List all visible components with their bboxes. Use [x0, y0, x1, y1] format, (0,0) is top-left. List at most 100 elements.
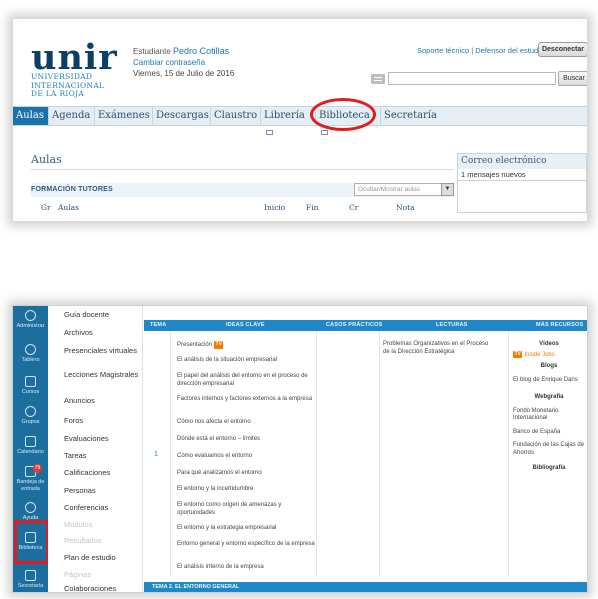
user-name-link[interactable]: Pedro Cotillas [173, 46, 229, 56]
disconnect-button[interactable]: Desconectar [538, 42, 587, 57]
external-link-icon [321, 130, 328, 135]
blog-link[interactable]: El blog de Enrique Dans [513, 377, 585, 385]
video-link: Inside Jobs [524, 351, 555, 358]
menu-item-colaboraciones[interactable]: Colaboraciones [64, 584, 142, 592]
top-links: Soporte técnico | Defensor del estudiant… [417, 46, 554, 55]
idea-link[interactable]: Para qué analizamos el entorno [177, 470, 317, 478]
col-inicio: Inicio [264, 203, 286, 212]
menu-item-calificaciones[interactable]: Calificaciones [64, 468, 142, 477]
menu-item-paginas: Páginas [64, 570, 92, 579]
web-link[interactable]: Fondo Monetario Internacional [513, 408, 585, 423]
menu-item-anuncios[interactable]: Anuncios [64, 396, 142, 405]
menu-item-foros[interactable]: Foros [64, 416, 142, 425]
keyboard-icon[interactable] [371, 74, 385, 84]
toggle-aulas-select[interactable]: Ocultar/Mostrar aulas [354, 183, 448, 196]
rail-item-tablero[interactable]: Tablero [13, 344, 48, 364]
tv-icon: TV [214, 341, 224, 349]
col-cr: Cr [349, 203, 359, 212]
idea-link[interactable]: El papel del análisis del entorno en el … [177, 373, 317, 388]
idea-link[interactable]: El entorno como origen de amenazas y opo… [177, 502, 317, 517]
rail-item-secretaria[interactable]: Secretaría [13, 570, 48, 590]
col-fin: Fin [306, 203, 319, 212]
unir-logo[interactable]: unir UNIVERSIDAD INTERNACIONAL DE LA RIO… [31, 37, 118, 99]
rail-item-administrar[interactable]: Administrar [13, 310, 48, 330]
idea-link[interactable]: Cómo evaluamos el entorno [177, 453, 317, 461]
rail-item-calendario[interactable]: Calendario [13, 436, 48, 456]
logo-word: unir [31, 37, 118, 78]
chevron-down-icon[interactable]: ▼ [441, 183, 454, 196]
inbox-count-badge: 79 [33, 464, 42, 473]
tab-secretaria[interactable]: Secretaría [381, 107, 437, 125]
idea-link[interactable]: El entorno y la incertidumbre [177, 486, 317, 494]
videos-heading: Vídeos [539, 341, 559, 347]
content-table-header: TEMA IDEAS CLAVE CASOS PRÁCTICOS LECTURA… [144, 320, 587, 331]
rail-label: Grupos [21, 419, 40, 425]
rail-label: Bandeja de entrada [16, 479, 45, 492]
tab-libreria[interactable]: Librería [261, 107, 316, 135]
rail-item-ayuda[interactable]: Ayuda [13, 502, 48, 522]
highlight-ellipse [310, 98, 376, 131]
idea-link[interactable]: El análisis de la situación empresarial [177, 357, 317, 365]
section-title: FORMACIÓN TUTORES [31, 186, 113, 193]
web-link[interactable]: Fundación de las Cajas de Ahorros [513, 442, 585, 457]
current-date: Viernes, 15 de Julio de 2016 [133, 69, 235, 78]
menu-item-evaluaciones[interactable]: Evaluaciones [64, 434, 142, 443]
rail-item-bandeja[interactable]: Bandeja de entrada [13, 466, 48, 492]
menu-item-archivos[interactable]: Archivos [64, 328, 142, 337]
email-messages-link[interactable]: 1 mensajes nuevos [458, 169, 586, 181]
aulas-heading: Aulas [31, 153, 62, 166]
rail-item-cursos[interactable]: Cursos [13, 376, 48, 396]
rail-label: Administrar [16, 323, 45, 329]
link-separator: | [471, 46, 474, 55]
idea-link[interactable]: Factores internos y factores externos a … [177, 396, 317, 404]
idea-link[interactable]: Dónde está el entorno – límites [177, 436, 317, 444]
email-title: Correo electrónico [458, 154, 586, 169]
menu-item-personas[interactable]: Personas [64, 486, 142, 495]
menu-item-resultados: Resultados [64, 536, 102, 545]
column-divider [379, 331, 380, 576]
idea-link[interactable]: El análisis interno de la empresa [177, 564, 317, 572]
column-divider [508, 331, 509, 576]
lectura-link[interactable]: Problemas Organizativos en el Proceso de… [383, 341, 491, 356]
blogs-heading: Blogs [540, 363, 558, 369]
tv-icon: TV [513, 350, 523, 358]
help-icon [25, 502, 36, 513]
bibliografia-heading: Bibliografía [532, 465, 566, 471]
folder-icon [25, 570, 36, 581]
tab-examenes[interactable]: Exámenes [95, 107, 153, 125]
th-recursos: MÁS RECURSOS [536, 322, 584, 328]
search-input[interactable] [388, 72, 556, 85]
menu-item-presenciales[interactable]: Presenciales virtuales [64, 346, 142, 355]
idea-link[interactable]: Cómo nos afecta el entorno [177, 419, 317, 427]
video-item[interactable]: TV Inside Jobs [513, 350, 585, 360]
menu-item-conferencias[interactable]: Conferencias [64, 503, 142, 512]
tab-claustro[interactable]: Claustro [211, 107, 261, 125]
rail-label: Tablero [21, 357, 40, 363]
idea-link[interactable]: El entorno y la estrategia empresarial [177, 525, 317, 533]
divider [31, 169, 454, 170]
rail-label: Cursos [21, 389, 40, 395]
menu-item-tareas[interactable]: Tareas [64, 451, 142, 460]
change-password-link[interactable]: Cambiar contraseña [133, 57, 234, 68]
tema-number: 1 [154, 451, 158, 458]
tab-descargas[interactable]: Descargas [153, 107, 211, 125]
next-topic-bar[interactable]: TEMA 2. EL ENTORNO GENERAL [144, 582, 587, 592]
tab-aulas[interactable]: Aulas [13, 107, 49, 125]
idea-link-presentacion[interactable]: Presentación TV [177, 341, 317, 350]
menu-item-lecciones[interactable]: Lecciones Magistrales [64, 370, 142, 379]
menu-item-modulos: Módulos [64, 520, 93, 529]
th-casos: CASOS PRÁCTICOS [326, 322, 383, 328]
logo-sub-3: DE LA RIOJA [31, 89, 85, 98]
search-button[interactable]: Buscar [558, 71, 587, 86]
calendar-icon [25, 436, 36, 447]
support-link[interactable]: Soporte técnico [417, 46, 469, 55]
th-ideas: IDEAS CLAVE [226, 322, 265, 328]
tab-agenda[interactable]: Agenda [49, 107, 95, 125]
menu-item-guia[interactable]: Guía docente [64, 310, 142, 319]
idea-link[interactable]: Entorno general y entorno específico de … [177, 541, 317, 549]
course-menu: Guía docente Archivos Presenciales virtu… [48, 306, 143, 592]
col-aulas: Aulas [58, 203, 79, 212]
menu-item-plan[interactable]: Plan de estudio [64, 553, 142, 562]
web-link[interactable]: Banco de España [513, 429, 585, 437]
rail-item-grupos[interactable]: Grupos [13, 406, 48, 426]
